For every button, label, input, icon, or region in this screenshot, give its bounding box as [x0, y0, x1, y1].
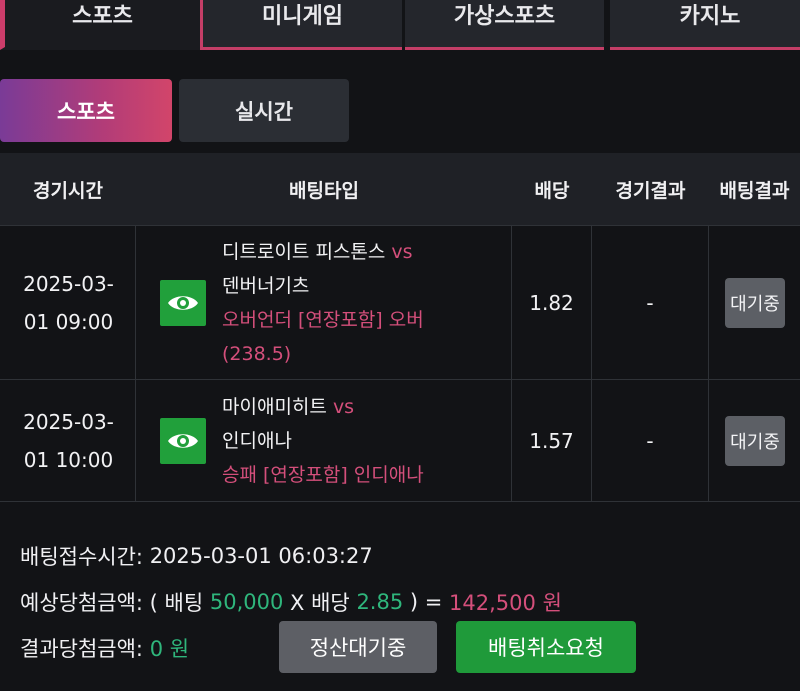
status-badge: 대기중	[725, 277, 785, 328]
tab-sports[interactable]: 스포츠	[0, 0, 200, 50]
subtab-live[interactable]: 실시간	[179, 79, 349, 142]
header-bet-type: 배팅타입	[289, 179, 359, 202]
market-line: (238.5)	[222, 342, 292, 365]
bet-amount: 50,000	[209, 590, 284, 614]
expected-win-line: 예상당첨금액: ( 배팅 50,000 X 배당 2.85 ) = 142,50…	[20, 579, 562, 625]
view-button[interactable]	[160, 279, 206, 326]
bet-time-line: 배팅접수시간: 2025-03-01 06:03:27	[20, 533, 562, 579]
x-label: X 배당	[290, 591, 350, 615]
home-team: 마이애미히트	[222, 395, 327, 418]
odds-value: 1.57	[512, 380, 592, 501]
away-team: 인디애나	[222, 429, 292, 452]
subtab-sports[interactable]: 스포츠	[0, 79, 172, 142]
bet-description: 마이애미히트 vs 인디애나 승패 [연장포함] 인디애나	[222, 390, 424, 492]
header-odds: 배당	[534, 179, 570, 202]
result-label: 결과당첨금액:	[20, 637, 143, 661]
game-time: 01 09:00	[23, 309, 114, 334]
table-row: 2025-03- 01 09:00 디트로이트 피스톤스 vs 덴버너기츠 오버…	[0, 225, 800, 379]
vs-label: vs	[391, 240, 413, 263]
game-time-cell: 2025-03- 01 09:00	[0, 226, 136, 379]
bet-type-cell: 마이애미히트 vs 인디애나 승패 [연장포함] 인디애나	[136, 380, 512, 501]
table-row: 2025-03- 01 10:00 마이애미히트 vs 인디애나 승패 [연장포…	[0, 379, 800, 502]
header-game-time: 경기시간	[33, 179, 103, 202]
view-button[interactable]	[160, 417, 206, 464]
bet-result-cell: 대기중	[709, 226, 800, 379]
cancel-bet-button[interactable]: 배팅취소요청	[456, 621, 636, 673]
expected-label: 예상당첨금액: ( 배팅	[20, 591, 204, 615]
eye-icon	[168, 295, 198, 310]
table-header: 경기시간 배팅타입 배당 경기결과 배팅결과	[0, 153, 800, 225]
game-date: 2025-03-	[23, 409, 114, 434]
game-result-value: -	[592, 380, 709, 501]
status-badge: 대기중	[725, 415, 785, 466]
bet-type-cell: 디트로이트 피스톤스 vs 덴버너기츠 오버언더 [연장포함] 오버 (238.…	[136, 226, 512, 379]
top-tabs: 스포츠 미니게임 가상스포츠 카지노	[0, 0, 800, 50]
bet-description: 디트로이트 피스톤스 vs 덴버너기츠 오버언더 [연장포함] 오버 (238.…	[222, 235, 424, 371]
expected-amount: 142,500 원	[449, 591, 562, 615]
market-label: 오버언더 [연장포함] 오버	[222, 308, 424, 331]
bet-result-cell: 대기중	[709, 380, 800, 501]
bet-table: 경기시간 배팅타입 배당 경기결과 배팅결과 2025-03- 01 09:00	[0, 153, 800, 502]
tab-casino[interactable]: 카지노	[610, 0, 800, 50]
game-time-cell: 2025-03- 01 10:00	[0, 380, 136, 501]
market-label: 승패 [연장포함] 인디애나	[222, 463, 424, 486]
header-bet-result: 배팅결과	[719, 179, 790, 202]
away-team: 덴버너기츠	[222, 274, 310, 297]
header-game-result: 경기결과	[615, 179, 686, 202]
game-date: 2025-03-	[23, 271, 114, 296]
equals-label: ) =	[409, 590, 443, 614]
bet-time-label: 배팅접수시간:	[20, 545, 143, 569]
bet-time-value: 2025-03-01 06:03:27	[149, 544, 373, 568]
game-time: 01 10:00	[23, 447, 114, 472]
tab-virtual-sports[interactable]: 가상스포츠	[405, 0, 604, 50]
settle-pending-button[interactable]: 정산대기중	[279, 621, 437, 673]
result-amount: 0 원	[149, 637, 190, 661]
home-team: 디트로이트 피스톤스	[222, 240, 386, 263]
tab-minigame[interactable]: 미니게임	[200, 0, 402, 50]
game-result-value: -	[592, 226, 709, 379]
odds-value: 1.82	[512, 226, 592, 379]
total-odds: 2.85	[356, 590, 404, 614]
vs-label: vs	[332, 395, 355, 418]
eye-icon	[168, 433, 198, 448]
